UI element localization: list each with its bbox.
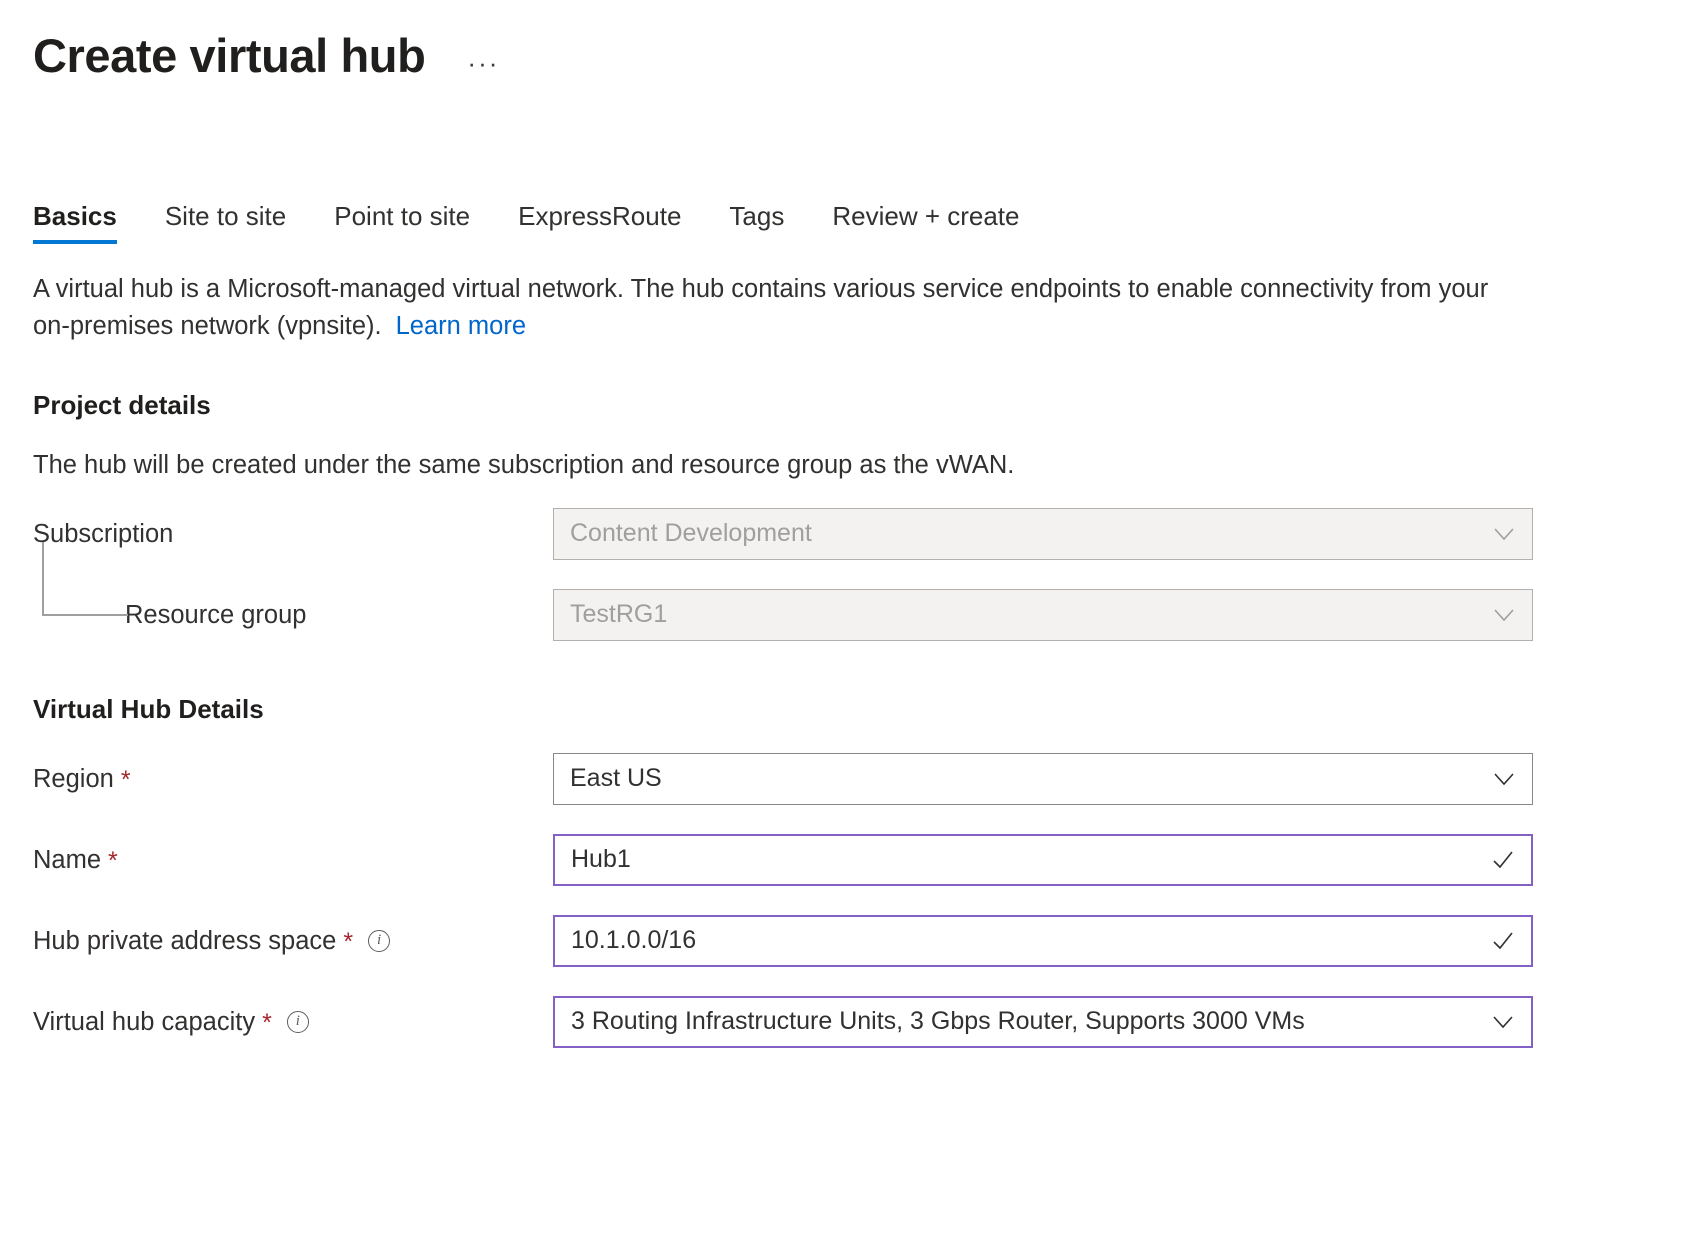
address-space-value: 10.1.0.0/16 bbox=[571, 926, 696, 955]
project-details-heading: Project details bbox=[0, 390, 1700, 421]
checkmark-icon bbox=[1491, 929, 1515, 953]
resource-group-label: Resource group bbox=[33, 600, 553, 631]
learn-more-link[interactable]: Learn more bbox=[396, 312, 526, 340]
chevron-down-icon bbox=[1492, 603, 1516, 627]
blade-header: Create virtual hub ··· bbox=[0, 0, 1700, 90]
name-label-text: Name bbox=[33, 845, 101, 876]
tab-basics[interactable]: Basics bbox=[33, 202, 141, 244]
capacity-value: 3 Routing Infrastructure Units, 3 Gbps R… bbox=[571, 1007, 1305, 1036]
required-asterisk: * bbox=[262, 1011, 272, 1036]
resource-group-dropdown[interactable]: TestRG1 bbox=[553, 589, 1533, 641]
row-subscription: Subscription Content Development bbox=[33, 507, 1667, 561]
row-region: Region * East US bbox=[33, 752, 1667, 806]
row-name: Name * Hub1 bbox=[33, 833, 1667, 887]
description-text: A virtual hub is a Microsoft-managed vir… bbox=[33, 275, 1488, 340]
name-value: Hub1 bbox=[571, 845, 631, 874]
row-address-space: Hub private address space * i 10.1.0.0/1… bbox=[33, 914, 1667, 968]
chevron-down-icon bbox=[1492, 522, 1516, 546]
region-value: East US bbox=[570, 764, 662, 793]
chevron-down-icon bbox=[1491, 1010, 1515, 1034]
project-details-subtext: The hub will be created under the same s… bbox=[0, 451, 1700, 480]
tab-point-to-site[interactable]: Point to site bbox=[310, 202, 494, 244]
required-asterisk: * bbox=[121, 768, 131, 793]
checkmark-icon bbox=[1491, 848, 1515, 872]
blade-description: A virtual hub is a Microsoft-managed vir… bbox=[0, 271, 1530, 346]
virtual-hub-details-heading: Virtual Hub Details bbox=[0, 694, 1700, 725]
address-space-input[interactable]: 10.1.0.0/16 bbox=[553, 915, 1533, 967]
tab-expressroute[interactable]: ExpressRoute bbox=[494, 202, 705, 244]
more-options-icon[interactable]: ··· bbox=[467, 50, 499, 76]
subscription-label: Subscription bbox=[33, 519, 553, 550]
project-details-form: Subscription Content Development Resourc… bbox=[0, 507, 1700, 642]
row-resource-group: Resource group TestRG1 bbox=[33, 588, 1667, 642]
info-icon[interactable]: i bbox=[287, 1011, 309, 1033]
tab-site-to-site[interactable]: Site to site bbox=[141, 202, 310, 244]
subscription-value: Content Development bbox=[570, 519, 812, 548]
subscription-dropdown[interactable]: Content Development bbox=[553, 508, 1533, 560]
name-label: Name * bbox=[33, 845, 553, 876]
address-space-label: Hub private address space * i bbox=[33, 926, 553, 957]
row-capacity: Virtual hub capacity * i 3 Routing Infra… bbox=[33, 995, 1667, 1049]
capacity-label: Virtual hub capacity * i bbox=[33, 1007, 553, 1038]
region-label-text: Region bbox=[33, 764, 114, 795]
page-title: Create virtual hub bbox=[33, 31, 425, 80]
create-virtual-hub-blade: Create virtual hub ··· Basics Site to si… bbox=[0, 0, 1700, 1246]
tab-tags[interactable]: Tags bbox=[705, 202, 808, 244]
tab-bar: Basics Site to site Point to site Expres… bbox=[0, 186, 1700, 244]
required-asterisk: * bbox=[343, 930, 353, 955]
resource-group-value: TestRG1 bbox=[570, 600, 667, 629]
virtual-hub-details-form: Region * East US Name * Hub1 bbox=[0, 752, 1700, 1049]
tab-review-create[interactable]: Review + create bbox=[808, 202, 1043, 244]
capacity-dropdown[interactable]: 3 Routing Infrastructure Units, 3 Gbps R… bbox=[553, 996, 1533, 1048]
region-dropdown[interactable]: East US bbox=[553, 753, 1533, 805]
address-space-label-text: Hub private address space bbox=[33, 926, 336, 957]
capacity-label-text: Virtual hub capacity bbox=[33, 1007, 255, 1038]
region-label: Region * bbox=[33, 764, 553, 795]
required-asterisk: * bbox=[108, 849, 118, 874]
name-input[interactable]: Hub1 bbox=[553, 834, 1533, 886]
chevron-down-icon bbox=[1492, 767, 1516, 791]
info-icon[interactable]: i bbox=[368, 930, 390, 952]
